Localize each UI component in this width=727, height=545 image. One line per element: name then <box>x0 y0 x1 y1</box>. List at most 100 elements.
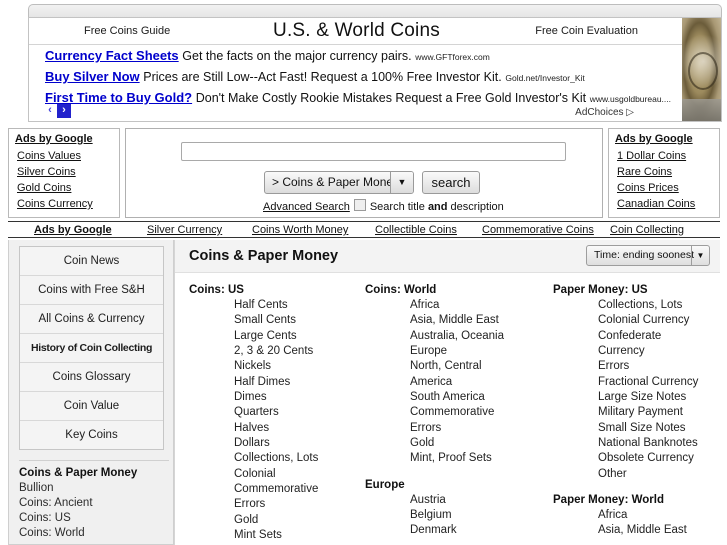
google-ads-left-heading: Ads by Google <box>15 133 93 145</box>
category-link[interactable]: Denmark <box>365 523 540 538</box>
sidebar-item-history-of-coin-collecting[interactable]: History of Coin Collecting <box>20 334 163 363</box>
category-link[interactable]: Small Cents <box>189 313 364 328</box>
category-link[interactable]: Small Size Notes <box>553 421 720 436</box>
sidebar-item-coins-glossary[interactable]: Coins Glossary <box>20 363 163 392</box>
banner-right-link[interactable]: Free Coin Evaluation <box>535 25 638 37</box>
ad-strip-link[interactable]: Collectible Coins <box>375 224 457 236</box>
chevron-left-icon[interactable]: ‹ <box>43 104 57 118</box>
category-link[interactable]: Errors <box>189 497 364 512</box>
banner-ad-row[interactable]: First Time to Buy Gold? Don't Make Costl… <box>29 87 684 108</box>
banner-ad-title[interactable]: First Time to Buy Gold? <box>45 90 192 105</box>
category-link[interactable]: Colonial <box>189 467 364 482</box>
category-link[interactable]: Obsolete Currency <box>553 451 720 466</box>
category-link[interactable]: Australia, Oceania <box>365 329 540 344</box>
banner-content: Free Coins Guide U.S. & World Coins Free… <box>29 18 684 121</box>
content-area: Coin News Coins with Free S&H All Coins … <box>8 240 720 545</box>
category-link[interactable]: Errors <box>553 359 720 374</box>
sidebar-item-key-coins[interactable]: Key Coins <box>20 421 163 449</box>
category-link[interactable]: Half Cents <box>189 298 364 313</box>
category-link[interactable]: Other <box>553 467 720 482</box>
google-ad-link[interactable]: Canadian Coins <box>613 196 719 212</box>
category-link[interactable]: Errors <box>365 421 540 436</box>
category-link[interactable]: Large Size Notes <box>553 390 720 405</box>
category-link[interactable]: Halves <box>189 421 364 436</box>
main-panel: Coins & Paper Money Time: ending soonest… <box>174 240 720 545</box>
chevron-right-icon[interactable]: › <box>57 104 71 118</box>
category-link[interactable]: Nickels <box>189 359 364 374</box>
category-link[interactable]: Mint Sets <box>189 528 364 543</box>
banner-ad-desc: Get the facts on the major currency pair… <box>182 49 412 63</box>
google-ad-link[interactable]: Gold Coins <box>13 180 119 196</box>
category-link[interactable]: Dollars <box>189 436 364 451</box>
category-link[interactable]: Asia, Middle East <box>365 313 540 328</box>
banner-ad-row[interactable]: Currency Fact Sheets Get the facts on th… <box>29 45 684 66</box>
google-ad-link[interactable]: Rare Coins <box>613 164 719 180</box>
search-category-dropdown[interactable]: > Coins & Paper Money ▼ <box>264 171 414 194</box>
category-link[interactable]: Gold <box>189 513 364 528</box>
sort-dropdown[interactable]: Time: ending soonest ▼ <box>586 245 710 266</box>
page-root: Free Coins Guide U.S. & World Coins Free… <box>0 0 727 545</box>
category-link[interactable]: Fractional Currency <box>553 375 720 390</box>
sidebar-item-coin-value[interactable]: Coin Value <box>20 392 163 421</box>
banner-ad-url: www.usgoldbureau.... <box>589 94 671 104</box>
ad-link-strip: Ads by Google Silver Currency Coins Wort… <box>8 221 720 238</box>
list-item[interactable]: Coins: World <box>19 526 169 541</box>
ad-strip-link[interactable]: Coins Worth Money <box>252 224 348 236</box>
category-link[interactable]: Half Dimes <box>189 375 364 390</box>
category-link[interactable]: America <box>365 375 540 390</box>
category-link[interactable]: Asia, Middle East <box>553 523 720 538</box>
google-ad-link[interactable]: Coins Values <box>13 148 119 164</box>
ad-strip-link[interactable]: Coin Collecting <box>610 224 684 236</box>
google-ad-link[interactable]: 1 Dollar Coins <box>613 148 719 164</box>
category-link[interactable]: Colonial Currency <box>553 313 720 328</box>
banner-ad-title[interactable]: Buy Silver Now <box>45 69 140 84</box>
banner-ad-desc: Don't Make Costly Rookie Mistakes Reques… <box>195 91 587 105</box>
google-ad-link[interactable]: Silver Coins <box>13 164 119 180</box>
category-link[interactable]: Africa <box>553 508 720 523</box>
search-input[interactable] <box>181 142 566 161</box>
category-link[interactable]: National Banknotes <box>553 436 720 451</box>
category-link[interactable]: Europe <box>365 344 540 359</box>
category-link[interactable]: 2, 3 & 20 Cents <box>189 344 364 359</box>
category-group-title: Paper Money: World <box>553 494 664 507</box>
list-item[interactable]: Bullion <box>19 481 169 496</box>
category-link[interactable]: Austria <box>365 493 540 508</box>
category-link[interactable]: Commemorative <box>189 482 364 497</box>
category-link[interactable]: South America <box>365 390 540 405</box>
category-link[interactable]: Currency <box>553 344 720 359</box>
category-link[interactable]: Confederate <box>553 329 720 344</box>
category-link[interactable]: Gold <box>365 436 540 451</box>
search-option-text-1: Search title <box>369 201 428 213</box>
google-ad-link[interactable]: Coins Prices <box>613 180 719 196</box>
category-link[interactable]: Mint, Proof Sets <box>365 451 540 466</box>
ad-strip-link[interactable]: Silver Currency <box>147 224 222 236</box>
category-link[interactable]: Africa <box>365 298 540 313</box>
category-column-world-coins: Coins: World Africa Asia, Middle East Au… <box>365 282 540 545</box>
category-link[interactable]: North, Central <box>365 359 540 374</box>
search-button[interactable]: search <box>422 171 480 194</box>
sidebar-item-coin-news[interactable]: Coin News <box>20 247 163 276</box>
category-link[interactable]: Belgium <box>365 508 540 523</box>
search-title-desc-checkbox[interactable] <box>353 199 366 211</box>
banner-header: Free Coins Guide U.S. & World Coins Free… <box>29 18 684 45</box>
sidebar-item-coins-free-sh[interactable]: Coins with Free S&H <box>20 276 163 305</box>
ad-strip-link[interactable]: Commemorative Coins <box>482 224 594 236</box>
category-link[interactable]: Collections, Lots <box>553 298 720 313</box>
list-item[interactable]: Coins: US <box>19 511 169 526</box>
banner-ad-title[interactable]: Currency Fact Sheets <box>45 48 179 63</box>
advanced-search-link[interactable]: Advanced Search <box>263 201 350 213</box>
sidebar: Coin News Coins with Free S&H All Coins … <box>8 240 174 545</box>
category-link[interactable]: Large Cents <box>189 329 364 344</box>
sidebar-item-all-coins-currency[interactable]: All Coins & Currency <box>20 305 163 334</box>
adchoices-text: AdChoices <box>575 107 624 118</box>
adchoices-label[interactable]: AdChoices ▷ <box>575 107 634 118</box>
category-link[interactable]: Quarters <box>189 405 364 420</box>
banner-ad-row[interactable]: Buy Silver Now Prices are Still Low--Act… <box>29 66 684 87</box>
category-link[interactable]: Military Payment <box>553 405 720 420</box>
search-category-value: > Coins & Paper Money <box>272 175 400 189</box>
google-ad-link[interactable]: Coins Currency <box>13 196 119 212</box>
category-link[interactable]: Commemorative <box>365 405 540 420</box>
list-item[interactable]: Coins: Ancient <box>19 496 169 511</box>
category-link[interactable]: Collections, Lots <box>189 451 364 466</box>
category-link[interactable]: Dimes <box>189 390 364 405</box>
